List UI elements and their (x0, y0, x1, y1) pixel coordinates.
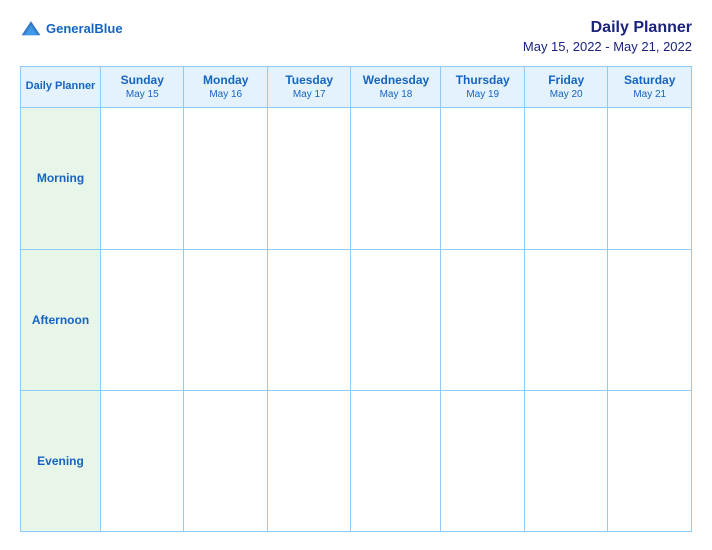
row-morning: Morning (21, 108, 692, 249)
cell-evening-sunday[interactable] (101, 390, 184, 531)
day-date-sunday: May 15 (105, 88, 179, 101)
day-name-wednesday: Wednesday (355, 73, 436, 89)
cell-evening-tuesday[interactable] (267, 390, 350, 531)
col-header-label: Daily Planner (21, 66, 101, 108)
cell-evening-friday[interactable] (524, 390, 607, 531)
cell-morning-tuesday[interactable] (267, 108, 350, 249)
row-evening: Evening (21, 390, 692, 531)
col-header-friday: Friday May 20 (524, 66, 607, 108)
day-name-friday: Friday (529, 73, 603, 89)
row-label-afternoon: Afternoon (21, 249, 101, 390)
day-name-saturday: Saturday (612, 73, 687, 89)
logo-blue: Blue (94, 21, 122, 36)
planner-date-range: May 15, 2022 - May 21, 2022 (523, 39, 692, 54)
header: GeneralBlue Daily Planner May 15, 2022 -… (20, 18, 692, 54)
day-date-friday: May 20 (529, 88, 603, 101)
logo-text: GeneralBlue (46, 21, 123, 37)
col-header-monday: Monday May 16 (184, 66, 267, 108)
title-area: Daily Planner May 15, 2022 - May 21, 202… (523, 18, 692, 54)
cell-afternoon-sunday[interactable] (101, 249, 184, 390)
col-header-saturday: Saturday May 21 (608, 66, 692, 108)
day-name-monday: Monday (188, 73, 262, 89)
cell-afternoon-friday[interactable] (524, 249, 607, 390)
day-name-tuesday: Tuesday (272, 73, 346, 89)
planner-title: Daily Planner (523, 18, 692, 39)
day-date-saturday: May 21 (612, 88, 687, 101)
day-date-tuesday: May 17 (272, 88, 346, 101)
cell-afternoon-monday[interactable] (184, 249, 267, 390)
cell-morning-sunday[interactable] (101, 108, 184, 249)
cell-afternoon-wednesday[interactable] (351, 249, 441, 390)
logo-icon (20, 18, 42, 40)
logo-general: General (46, 21, 94, 36)
cell-morning-wednesday[interactable] (351, 108, 441, 249)
page: GeneralBlue Daily Planner May 15, 2022 -… (0, 0, 712, 550)
row-label-morning: Morning (21, 108, 101, 249)
cell-afternoon-thursday[interactable] (441, 249, 524, 390)
col-header-sunday: Sunday May 15 (101, 66, 184, 108)
day-date-thursday: May 19 (445, 88, 519, 101)
cell-evening-saturday[interactable] (608, 390, 692, 531)
cell-evening-thursday[interactable] (441, 390, 524, 531)
col-header-thursday: Thursday May 19 (441, 66, 524, 108)
col-header-wednesday: Wednesday May 18 (351, 66, 441, 108)
cell-afternoon-saturday[interactable] (608, 249, 692, 390)
cell-morning-thursday[interactable] (441, 108, 524, 249)
row-afternoon: Afternoon (21, 249, 692, 390)
col-header-tuesday: Tuesday May 17 (267, 66, 350, 108)
cell-morning-monday[interactable] (184, 108, 267, 249)
cell-morning-friday[interactable] (524, 108, 607, 249)
row-label-evening: Evening (21, 390, 101, 531)
cell-afternoon-tuesday[interactable] (267, 249, 350, 390)
cell-evening-wednesday[interactable] (351, 390, 441, 531)
cell-evening-monday[interactable] (184, 390, 267, 531)
day-name-thursday: Thursday (445, 73, 519, 89)
cell-morning-saturday[interactable] (608, 108, 692, 249)
logo-area: GeneralBlue (20, 18, 123, 40)
planner-table: Daily Planner Sunday May 15 Monday May 1… (20, 66, 692, 532)
day-date-monday: May 16 (188, 88, 262, 101)
day-date-wednesday: May 18 (355, 88, 436, 101)
day-name-sunday: Sunday (105, 73, 179, 89)
